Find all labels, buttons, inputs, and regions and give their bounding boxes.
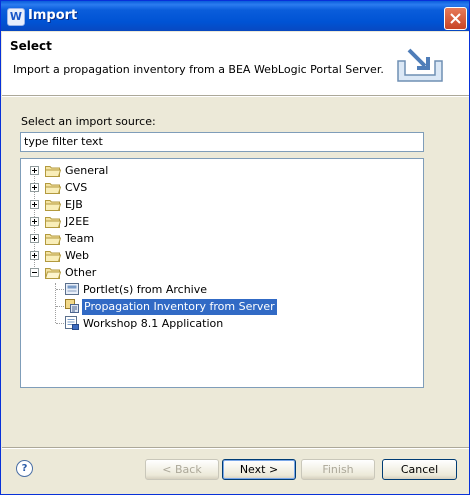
app-icon: W <box>7 8 25 26</box>
wizard-banner: Select Import a propagation inventory fr… <box>2 32 469 95</box>
import-wizard-icon <box>397 48 443 82</box>
close-icon <box>450 13 461 24</box>
tree-item-label: Portlet(s) from Archive <box>83 283 208 296</box>
tree-item-label: Propagation Inventory from Server <box>82 299 277 315</box>
tree-item-j2ee[interactable]: J2EE <box>21 213 421 230</box>
cancel-button[interactable]: Cancel <box>382 459 457 480</box>
expand-icon[interactable] <box>30 251 39 260</box>
tree-item-workshop-application[interactable]: Workshop 8.1 Application <box>21 315 421 332</box>
finish-button[interactable]: Finish <box>301 459 375 480</box>
tree-item-label: Workshop 8.1 Application <box>83 317 224 330</box>
folder-icon <box>45 234 61 245</box>
tree-item-other[interactable]: Other <box>21 264 421 281</box>
title-bar[interactable]: W Import <box>1 1 469 31</box>
import-source-label: Select an import source: <box>21 115 156 128</box>
window-title: Import <box>28 8 78 23</box>
help-button[interactable]: ? <box>16 460 33 477</box>
tree-item-label: Other <box>65 266 97 279</box>
archive-icon <box>65 283 79 295</box>
folder-icon <box>45 251 61 262</box>
collapse-icon[interactable] <box>30 268 39 277</box>
tree-item-label: CVS <box>65 181 88 194</box>
tree-item-label: J2EE <box>65 215 90 228</box>
import-dialog: W Import Select Import a propagation inv… <box>0 0 470 495</box>
tree-item-label: Team <box>65 232 95 245</box>
tree-item-ejb[interactable]: EJB <box>21 196 421 213</box>
folder-icon <box>45 200 61 211</box>
help-icon: ? <box>21 463 28 474</box>
tree-item-label: EJB <box>65 198 83 211</box>
tree-item-label: General <box>65 164 109 177</box>
page-description: Import a propagation inventory from a BE… <box>13 63 384 76</box>
open-folder-icon <box>45 268 61 279</box>
folder-icon <box>45 166 61 177</box>
tree-item-label: Web <box>65 249 89 262</box>
application-icon <box>65 316 79 330</box>
page-title: Select <box>10 39 52 53</box>
tree-item-web[interactable]: Web <box>21 247 421 264</box>
filter-field[interactable] <box>20 132 424 152</box>
back-button[interactable]: < Back <box>145 459 219 480</box>
server-inventory-icon <box>65 299 79 313</box>
expand-icon[interactable] <box>30 183 39 192</box>
tree-item-team[interactable]: Team <box>21 230 421 247</box>
import-source-tree[interactable]: General CVS EJB J2EE Team Web Other Port… <box>20 158 424 388</box>
expand-icon[interactable] <box>30 234 39 243</box>
next-button[interactable]: Next > <box>222 459 296 480</box>
expand-icon[interactable] <box>30 200 39 209</box>
filter-input[interactable] <box>21 133 420 149</box>
expand-icon[interactable] <box>30 217 39 226</box>
tree-item-propagation-inventory[interactable]: Propagation Inventory from Server <box>21 298 421 315</box>
tree-item-general[interactable]: General <box>21 162 421 179</box>
folder-icon <box>45 183 61 194</box>
tree-item-portlets-from-archive[interactable]: Portlet(s) from Archive <box>21 281 421 298</box>
expand-icon[interactable] <box>30 166 39 175</box>
tree-item-cvs[interactable]: CVS <box>21 179 421 196</box>
close-button[interactable] <box>444 7 467 30</box>
folder-icon <box>45 217 61 228</box>
